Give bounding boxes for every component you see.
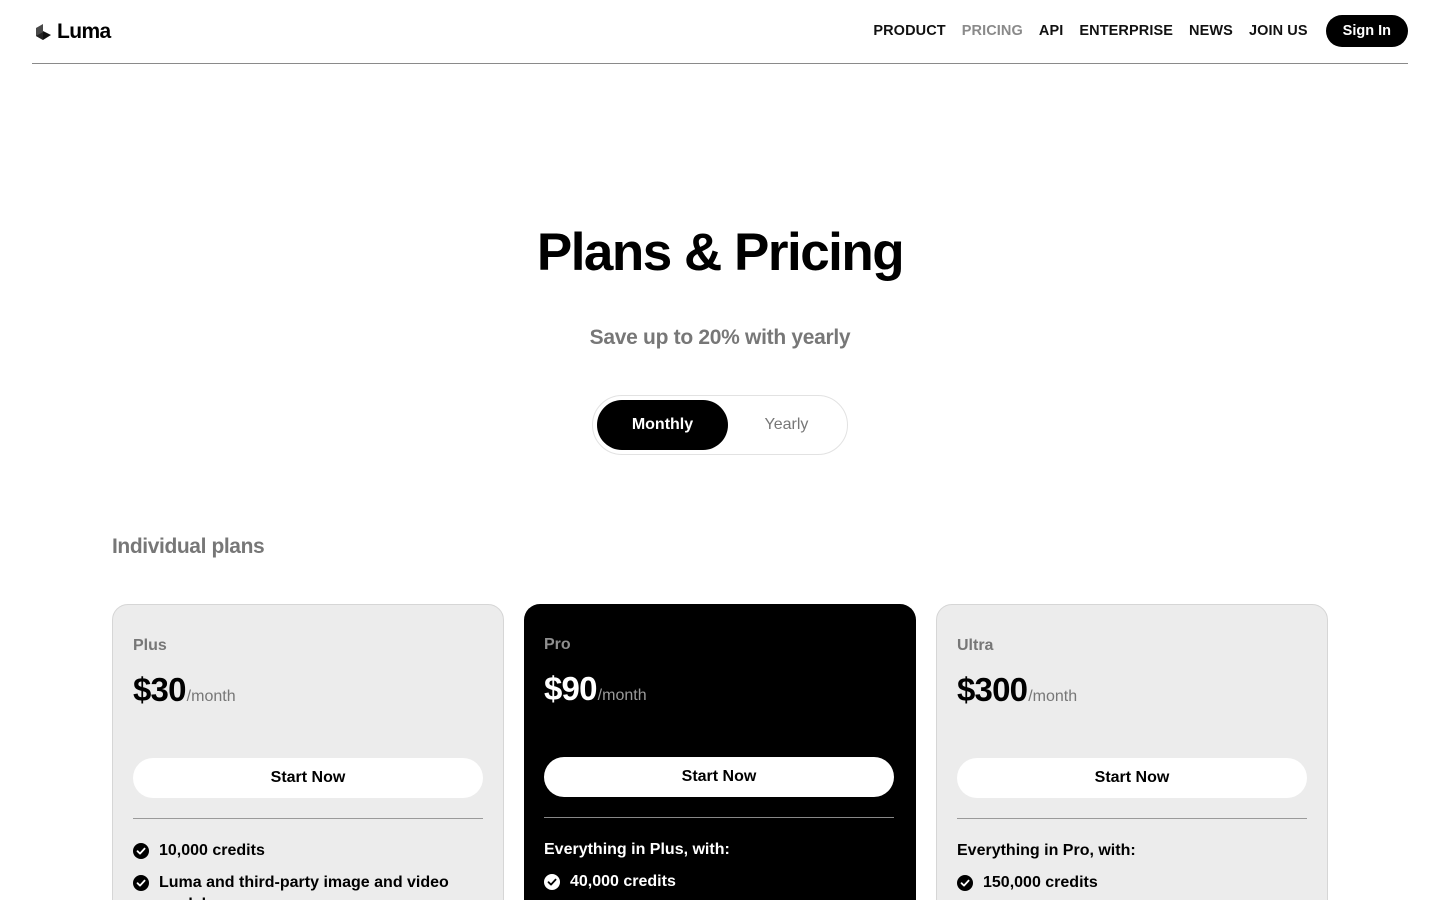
check-circle-icon: [133, 843, 149, 859]
price-period: /month: [186, 688, 236, 705]
feature-item: Luma and third-party image and video mod…: [133, 872, 483, 900]
check-circle-icon: [957, 875, 973, 891]
toggle-yearly[interactable]: Yearly: [721, 400, 852, 450]
toggle-monthly[interactable]: Monthly: [597, 400, 728, 450]
price-amount: $90: [544, 670, 597, 707]
nav-pricing[interactable]: PRICING: [962, 23, 1023, 39]
plan-name: Ultra: [957, 637, 994, 654]
feature-text: 10,000 credits: [159, 842, 265, 859]
feature-item: 40,000 credits: [544, 871, 894, 900]
logo[interactable]: Luma: [34, 20, 111, 44]
plan-card-plus: Plus $30 /month Start Now 10,000 credits…: [112, 604, 504, 900]
feature-list: Everything in Plus, with: 40,000 credits: [544, 839, 894, 900]
start-now-button[interactable]: Start Now: [957, 758, 1307, 798]
nav-enterprise[interactable]: ENTERPRISE: [1079, 23, 1173, 39]
feature-list: 10,000 credits Luma and third-party imag…: [133, 840, 483, 900]
sign-in-button[interactable]: Sign In: [1325, 15, 1408, 47]
plan-card-pro: Pro $90 /month Start Now Everything in P…: [524, 604, 916, 900]
page-title: Plans & Pricing: [536, 223, 905, 282]
nav-product[interactable]: PRODUCT: [873, 23, 945, 39]
plan-price: $30 /month: [133, 671, 236, 709]
feature-intro: Everything in Plus, with:: [544, 841, 730, 858]
luma-logo-icon: [36, 24, 51, 40]
price-amount: $30: [133, 671, 186, 708]
feature-intro: Everything in Pro, with:: [957, 842, 1136, 859]
logo-text: Luma: [57, 20, 111, 43]
main-nav: PRODUCT PRICING API ENTERPRISE NEWS JOIN…: [873, 15, 1408, 47]
plan-price: $90 /month: [544, 670, 647, 708]
start-now-button[interactable]: Start Now: [133, 758, 483, 798]
start-now-button[interactable]: Start Now: [544, 757, 894, 797]
page-subtitle: Save up to 20% with yearly: [589, 326, 851, 349]
feature-list: Everything in Pro, with: 150,000 credits: [957, 840, 1307, 900]
plan-card-ultra: Ultra $300 /month Start Now Everything i…: [936, 604, 1328, 900]
feature-text: 40,000 credits: [570, 873, 676, 890]
feature-text: 150,000 credits: [983, 874, 1098, 891]
divider: [957, 818, 1307, 819]
feature-item: 10,000 credits: [133, 840, 483, 872]
check-circle-icon: [544, 874, 560, 890]
plan-name: Plus: [133, 637, 167, 654]
price-amount: $300: [957, 671, 1028, 708]
feature-text: Luma and third-party image and video mod…: [159, 874, 449, 900]
billing-toggle: Monthly Yearly: [592, 395, 848, 455]
price-period: /month: [597, 687, 647, 704]
nav-api[interactable]: API: [1039, 23, 1063, 39]
price-period: /month: [1028, 688, 1078, 705]
plan-name: Pro: [544, 636, 571, 653]
nav-news[interactable]: NEWS: [1189, 23, 1233, 39]
divider: [133, 818, 483, 819]
plan-price: $300 /month: [957, 671, 1077, 709]
nav-join-us[interactable]: JOIN US: [1249, 23, 1308, 39]
section-label-individual-plans: Individual plans: [112, 535, 265, 558]
feature-item: 150,000 credits: [957, 872, 1307, 900]
divider: [544, 817, 894, 818]
check-circle-icon: [133, 875, 149, 891]
top-header: Luma PRODUCT PRICING API ENTERPRISE NEWS…: [32, 0, 1408, 64]
